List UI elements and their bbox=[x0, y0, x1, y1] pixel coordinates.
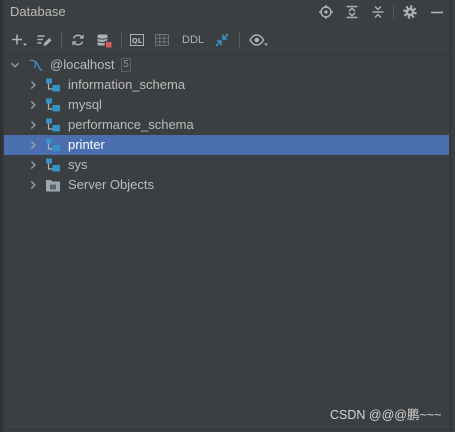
expand-all-button[interactable] bbox=[344, 4, 360, 20]
view-data-button[interactable] bbox=[154, 32, 170, 48]
tree-node-sys[interactable]: sys bbox=[4, 155, 449, 175]
tree-node-performance-schema[interactable]: performance_schema bbox=[4, 115, 449, 135]
jump-to-source-button[interactable] bbox=[214, 32, 230, 48]
properties-button[interactable] bbox=[36, 32, 52, 48]
refresh-button[interactable] bbox=[70, 32, 86, 48]
console-icon-text: QL bbox=[132, 37, 143, 45]
tree-node-label: @localhost bbox=[50, 57, 115, 72]
tree-node-label: information_schema bbox=[68, 77, 186, 92]
new-data-source-button[interactable] bbox=[10, 32, 28, 48]
expand-all-icon bbox=[346, 5, 358, 19]
schema-icon bbox=[45, 77, 61, 93]
collapse-chevron-icon[interactable] bbox=[10, 60, 20, 70]
mysql-connection-icon bbox=[28, 57, 44, 73]
sql-console-button[interactable]: QL bbox=[129, 32, 145, 48]
eye-icon bbox=[249, 34, 268, 46]
view-ddl-button[interactable]: DDL bbox=[182, 33, 204, 47]
refresh-icon bbox=[72, 34, 84, 46]
plus-icon bbox=[12, 34, 27, 46]
tree-node-label: sys bbox=[68, 157, 88, 172]
jump-to-source-icon bbox=[215, 33, 229, 47]
settings-button[interactable] bbox=[402, 4, 418, 20]
locate-button[interactable] bbox=[318, 4, 334, 20]
tree-node-label: performance_schema bbox=[68, 117, 194, 132]
child-count-badge: 5 bbox=[121, 58, 131, 72]
toolbar-separator bbox=[121, 32, 122, 48]
toolbar-separator bbox=[239, 32, 240, 48]
expand-chevron-icon[interactable] bbox=[28, 180, 38, 190]
disconnect-button[interactable] bbox=[96, 32, 112, 48]
tree-node-label: mysql bbox=[68, 97, 102, 112]
watermark-text: CSDN @@@鹏~~~ bbox=[330, 408, 442, 422]
gear-icon bbox=[403, 5, 417, 19]
sql-console-icon: QL bbox=[130, 34, 144, 46]
header-separator bbox=[393, 5, 394, 19]
minimize-icon bbox=[431, 11, 443, 14]
bottom-window-edge bbox=[0, 429, 455, 430]
table-grid-icon bbox=[155, 34, 169, 46]
collapse-all-button[interactable] bbox=[370, 4, 386, 20]
tool-window-title: Database bbox=[10, 4, 66, 19]
folder-icon bbox=[45, 177, 61, 193]
tree-node-localhost[interactable]: @localhost 5 bbox=[4, 55, 449, 75]
crosshair-icon bbox=[319, 5, 333, 19]
schema-icon bbox=[45, 137, 61, 153]
expand-chevron-icon[interactable] bbox=[28, 160, 38, 170]
view-options-button[interactable] bbox=[249, 32, 269, 48]
schema-icon bbox=[45, 97, 61, 113]
schema-icon bbox=[45, 157, 61, 173]
tree-node-server-objects[interactable]: Server Objects bbox=[4, 175, 449, 195]
left-window-edge bbox=[0, 0, 3, 432]
schema-icon bbox=[45, 117, 61, 133]
right-window-edge bbox=[450, 0, 451, 432]
hide-button[interactable] bbox=[429, 4, 445, 20]
database-stop-icon bbox=[97, 34, 112, 48]
expand-chevron-icon[interactable] bbox=[28, 100, 38, 110]
collapse-all-icon bbox=[372, 6, 384, 18]
expand-chevron-icon[interactable] bbox=[28, 140, 38, 150]
expand-chevron-icon[interactable] bbox=[28, 120, 38, 130]
tree-node-printer[interactable]: printer bbox=[4, 135, 449, 155]
expand-chevron-icon[interactable] bbox=[28, 80, 38, 90]
tree-node-label: printer bbox=[68, 137, 105, 152]
tree-node-label: Server Objects bbox=[68, 177, 154, 192]
tree-node-information-schema[interactable]: information_schema bbox=[4, 75, 449, 95]
properties-icon bbox=[37, 35, 52, 46]
tree-node-mysql[interactable]: mysql bbox=[4, 95, 449, 115]
toolbar-separator bbox=[61, 32, 62, 48]
